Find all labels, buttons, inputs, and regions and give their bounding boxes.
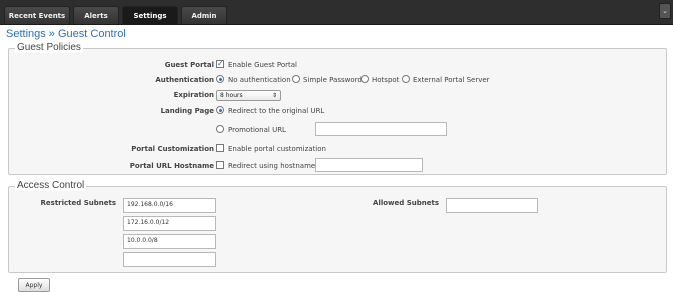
tab-recent-events[interactable]: Recent Events bbox=[4, 6, 70, 24]
expiration-value: 8 hours bbox=[220, 92, 243, 99]
landing-radio-redirect[interactable] bbox=[216, 106, 224, 114]
restricted-subnet-input[interactable]: 192.168.0.0/16 bbox=[123, 198, 216, 213]
auth-radio-none[interactable] bbox=[216, 75, 224, 83]
landing-option-redirect: Redirect to the original URL bbox=[228, 107, 325, 115]
chevron-down-icon[interactable]: ⌄ bbox=[659, 3, 671, 19]
landing-option-promo: Promotional URL bbox=[228, 126, 286, 134]
allowed-subnets-label: Allowed Subnets bbox=[373, 199, 439, 207]
authentication-label: Authentication bbox=[155, 76, 214, 84]
breadcrumb: Settings » Guest Control bbox=[6, 28, 126, 40]
portal-hostname-input[interactable] bbox=[315, 158, 423, 172]
expiration-select[interactable]: 8 hours ⇕ bbox=[216, 90, 281, 101]
tab-settings[interactable]: Settings bbox=[122, 6, 178, 24]
expiration-label: Expiration bbox=[173, 91, 214, 99]
portal-hostname-label: Portal URL Hostname bbox=[129, 162, 214, 170]
landing-radio-promo[interactable] bbox=[216, 125, 224, 133]
access-control-title: Access Control bbox=[15, 180, 87, 191]
promotional-url-input[interactable] bbox=[315, 122, 447, 136]
portal-customization-label: Portal Customization bbox=[131, 145, 214, 153]
allowed-subnet-input[interactable] bbox=[446, 198, 538, 213]
select-arrows-icon: ⇕ bbox=[271, 92, 277, 99]
restricted-subnets-label: Restricted Subnets bbox=[40, 199, 116, 207]
auth-radio-hotspot[interactable] bbox=[361, 75, 369, 83]
restricted-subnet-input[interactable]: 172.16.0.0/12 bbox=[123, 216, 216, 231]
top-nav-bar: Recent Events Alerts Settings Admin ⌄ bbox=[0, 0, 673, 25]
portal-hostname-checkbox[interactable] bbox=[216, 161, 224, 169]
portal-customization-checkbox[interactable] bbox=[216, 144, 224, 152]
portal-customization-checkbox-label: Enable portal customization bbox=[228, 145, 326, 153]
guest-portal-label: Guest Portal bbox=[164, 61, 214, 69]
auth-radio-external-portal[interactable] bbox=[402, 75, 410, 83]
restricted-subnet-input[interactable] bbox=[123, 252, 216, 267]
guest-portal-checkbox[interactable]: ✓ bbox=[216, 60, 224, 68]
auth-option-simple-password: Simple Password bbox=[303, 76, 362, 84]
guest-portal-checkbox-label: Enable Guest Portal bbox=[228, 61, 297, 69]
guest-policies-section: Guest Policies Guest Portal ✓ Enable Gue… bbox=[8, 42, 667, 175]
auth-option-hotspot: Hotspot bbox=[372, 76, 400, 84]
guest-policies-title: Guest Policies bbox=[15, 42, 83, 53]
portal-hostname-checkbox-label: Redirect using hostname bbox=[228, 162, 316, 170]
tab-admin[interactable]: Admin bbox=[181, 6, 227, 24]
auth-radio-simple-password[interactable] bbox=[292, 75, 300, 83]
auth-option-external-portal: External Portal Server bbox=[413, 76, 490, 84]
tab-alerts[interactable]: Alerts bbox=[73, 6, 119, 24]
auth-option-none: No authentication bbox=[228, 76, 291, 84]
access-control-section: Access Control Restricted Subnets 192.16… bbox=[8, 180, 667, 273]
landing-page-label: Landing Page bbox=[160, 107, 214, 115]
restricted-subnet-input[interactable]: 10.0.0.0/8 bbox=[123, 234, 216, 249]
apply-button[interactable]: Apply bbox=[18, 278, 50, 292]
